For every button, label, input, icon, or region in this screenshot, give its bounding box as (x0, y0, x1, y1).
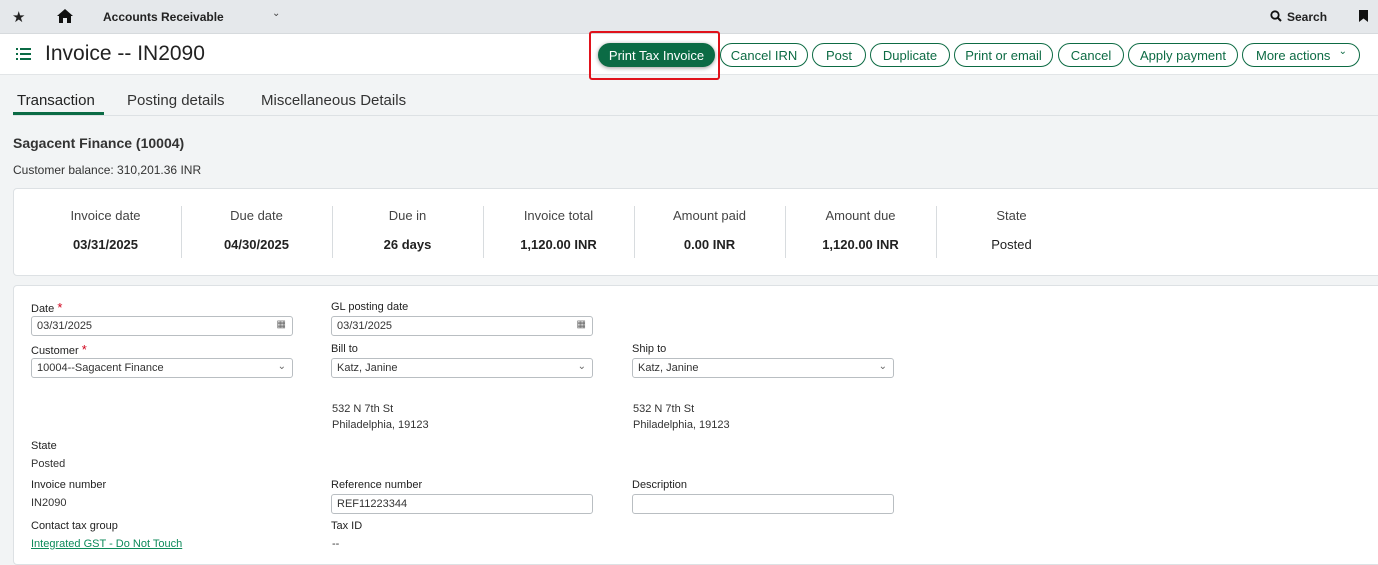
duplicate-button[interactable]: Duplicate (870, 43, 950, 67)
summary-invoice-total: Invoice total 1,120.00 INR (520, 208, 597, 252)
invoice-number-value: IN2090 (31, 497, 67, 509)
contact-tax-group-label: Contact tax group (31, 520, 118, 532)
cancel-irn-button[interactable]: Cancel IRN (720, 43, 808, 67)
summary-invoice-date: Invoice date 03/31/2025 (70, 208, 141, 252)
post-button[interactable]: Post (812, 43, 866, 67)
date-input[interactable]: 03/31/2025 ▦ (31, 316, 293, 336)
description-label: Description (632, 479, 688, 491)
customer-select[interactable]: 10004--Sagacent Finance ⌄ (31, 358, 293, 378)
summary-amount-paid: Amount paid 0.00 INR (673, 208, 746, 252)
print-or-email-button[interactable]: Print or email (954, 43, 1053, 67)
bill-address-line1: 532 N 7th St (332, 403, 394, 415)
top-bar: ★ Accounts Receivable ⌄ Search (0, 0, 1378, 34)
state-label: State (31, 440, 57, 452)
divider (785, 206, 786, 258)
tab-transaction[interactable]: Transaction (17, 92, 95, 109)
apply-payment-button[interactable]: Apply payment (1128, 43, 1238, 67)
ship-to-label: Ship to (632, 343, 667, 355)
summary-amount-due: Amount due 1,120.00 INR (822, 208, 899, 252)
tax-id-value: -- (332, 538, 340, 550)
star-icon[interactable]: ★ (12, 8, 25, 26)
chevron-down-icon: ⌄ (878, 361, 887, 372)
invoice-number-label: Invoice number (31, 479, 107, 491)
divider (483, 206, 484, 258)
more-actions-label: More actions (1256, 47, 1331, 63)
description-input[interactable] (632, 494, 894, 514)
reference-number-input[interactable]: REF11223344 (331, 494, 593, 514)
active-tab-indicator (13, 112, 104, 115)
app-name[interactable]: Accounts Receivable (103, 10, 224, 24)
ship-address-line2: Philadelphia, 19123 (633, 419, 730, 431)
summary-due-date: Due date 04/30/2025 (223, 208, 290, 252)
date-label: Date * (31, 300, 63, 315)
bill-address-line2: Philadelphia, 19123 (332, 419, 429, 431)
tab-divider (13, 115, 1378, 116)
divider (181, 206, 182, 258)
chevron-down-icon[interactable]: ⌄ (272, 8, 280, 19)
divider (936, 206, 937, 258)
tab-posting-details[interactable]: Posting details (127, 92, 225, 109)
page-title: Invoice -- IN2090 (45, 42, 205, 65)
search-icon[interactable] (1270, 10, 1282, 22)
ship-address-line1: 532 N 7th St (633, 403, 695, 415)
divider (332, 206, 333, 258)
chevron-down-icon: ⌄ (577, 361, 586, 372)
customer-name: Sagacent Finance (10004) (13, 135, 185, 151)
bill-to-label: Bill to (331, 343, 358, 355)
gl-posting-date-label: GL posting date (331, 301, 409, 313)
calendar-icon[interactable]: ▦ (277, 319, 286, 330)
bill-to-select[interactable]: Katz, Janine ⌄ (331, 358, 593, 378)
bookmark-icon[interactable] (1359, 10, 1368, 22)
state-value: Posted (31, 458, 66, 470)
chevron-down-icon: ⌄ (1338, 46, 1347, 57)
home-icon[interactable] (56, 8, 74, 24)
calendar-icon[interactable]: ▦ (577, 319, 586, 330)
cancel-button[interactable]: Cancel (1058, 43, 1124, 67)
chevron-down-icon: ⌄ (277, 361, 286, 372)
summary-due-in: Due in 26 days (383, 208, 432, 252)
tax-id-label: Tax ID (331, 520, 363, 532)
search-button[interactable]: Search (1287, 10, 1327, 24)
reference-number-label: Reference number (331, 479, 423, 491)
customer-label: Customer * (31, 342, 87, 357)
list-menu-icon[interactable] (16, 48, 31, 60)
ship-to-select[interactable]: Katz, Janine ⌄ (632, 358, 894, 378)
print-tax-invoice-button[interactable]: Print Tax Invoice (598, 43, 715, 67)
customer-balance: Customer balance: 310,201.36 INR (13, 163, 202, 177)
tab-miscellaneous-details[interactable]: Miscellaneous Details (261, 92, 406, 109)
divider (634, 206, 635, 258)
gl-posting-date-input[interactable]: 03/31/2025 ▦ (331, 316, 593, 336)
contact-tax-group-link[interactable]: Integrated GST - Do Not Touch (31, 538, 182, 550)
more-actions-button[interactable]: More actions ⌄ (1242, 43, 1360, 67)
summary-state: State Posted (991, 208, 1032, 252)
